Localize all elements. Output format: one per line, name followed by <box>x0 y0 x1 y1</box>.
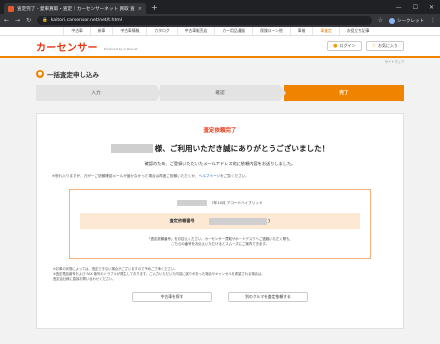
new-tab-button[interactable]: + <box>151 3 158 13</box>
browser-tabbar: 査定完了 - 愛車買取・査定｜カーセンサーネット 買取 査定 × + — ☐ ✕ <box>0 0 440 14</box>
favorite-star-icon: ☆ <box>371 43 376 49</box>
request-note-line: こちらの番号をお伝えいただけるとスムーズにご案内できます。 <box>171 242 269 246</box>
favorites-button[interactable]: ☆ お気に入り <box>365 41 404 51</box>
request-number-label: 査定依頼番号 <box>169 218 195 223</box>
thanks-message: 様、ご利用いただき誠にありがとうございました！ <box>49 143 391 154</box>
carsensor-logo[interactable]: カーセンサー <box>36 39 98 54</box>
spam-note-tail: をご覧ください。 <box>220 174 249 178</box>
nav-item[interactable]: カタログ <box>146 27 176 35</box>
nav-item[interactable]: 新車 <box>89 27 113 35</box>
nav-item[interactable]: 中古車情報 <box>112 27 146 35</box>
window-close-icon[interactable]: ✕ <box>429 4 434 11</box>
reload-icon[interactable]: ↻ <box>26 17 31 24</box>
nav-item[interactable]: お役立ち記事 <box>338 27 377 35</box>
request-number-note: 「査定依頼番号」をお控えください。カーセンサー買取サポートデスクへご連絡いただく… <box>80 237 360 247</box>
site-header: カーセンサー Produced by ◎ Recruit ● ログイン ☆ お気… <box>0 36 440 64</box>
tab-title: 査定完了 - 愛車買取・査定｜カーセンサーネット 買取 査定 <box>17 6 135 12</box>
thanks-text: 様、ご利用いただき誠にありがとうございました！ <box>154 144 330 153</box>
profile-label: シークレット <box>397 18 424 24</box>
menu-dots-icon[interactable]: ⋮ <box>430 17 436 24</box>
nav-item[interactable]: カー用品通販 <box>214 27 252 35</box>
step-arrow <box>280 85 286 101</box>
notes-list: ※お車の状態によっては、査定できない場合がございますので予めご了承ください。 ※… <box>49 267 391 283</box>
car-badge-icon: ● <box>36 70 44 78</box>
url-text: kaitori.carsensor.net/net/t.html <box>50 18 122 23</box>
step-label: 確認 <box>215 91 225 96</box>
help-page-link[interactable]: ヘルプページ <box>199 174 221 178</box>
address-bar[interactable]: 🔒 kaitori.carsensor.net/net/t.html <box>37 16 372 25</box>
spam-note: ※恐れ入りますが、万が一ご依頼確認メールが届かなかった場合は再度ご依頼いただくか… <box>49 174 391 179</box>
nav-item[interactable]: 保険ローン他 <box>252 27 290 35</box>
redacted-car-year <box>177 200 208 206</box>
forward-icon[interactable]: → <box>15 17 20 24</box>
nav-item-active[interactable]: 車査定 <box>312 27 338 35</box>
redacted-name <box>110 144 153 153</box>
browser-tab[interactable]: 査定完了 - 愛車買取・査定｜カーセンサーネット 買取 査定 × <box>4 3 146 14</box>
favorites-label: お気に入り <box>378 43 398 48</box>
sitemap-link[interactable]: サイトマップ <box>385 59 404 64</box>
progress-steps: 入力 確認 完了 <box>36 85 404 101</box>
lock-icon: 🔒 <box>42 18 48 23</box>
site-favicon-icon <box>8 5 14 12</box>
back-icon[interactable]: ← <box>4 17 9 24</box>
logo-subtext: Produced by ◎ Recruit <box>103 46 138 51</box>
step-complete: 完了 <box>284 85 404 101</box>
incognito-profile[interactable]: シークレット <box>389 17 424 24</box>
completion-panel: 査定依頼完了 様、ご利用いただき誠にありがとうございました！ 確認のため、ご登録… <box>36 113 404 329</box>
request-info-box: 7年10月 アコードハイブリッド 査定依頼番号 7 「査定依頼番号」をお控えくだ… <box>69 189 371 259</box>
minimize-icon[interactable]: — <box>396 4 402 11</box>
browser-toolbar: ← → ↻ 🔒 kaitori.carsensor.net/net/t.html… <box>0 14 440 27</box>
nav-item[interactable]: 中古車販売店 <box>176 27 215 35</box>
nav-item[interactable]: 中古車 <box>63 27 89 35</box>
step-label: 入力 <box>91 91 101 96</box>
redacted-request-number <box>208 217 267 225</box>
step-input: 入力 <box>36 85 162 101</box>
tab-close-icon[interactable]: × <box>138 6 142 12</box>
car-info-text: 7年10月 アコードハイブリッド <box>211 200 263 205</box>
request-number-suffix: 7 <box>267 218 271 224</box>
car-info: 7年10月 アコードハイブリッド <box>80 200 360 206</box>
window-controls: — ☐ ✕ <box>396 0 440 14</box>
search-used-cars-button[interactable]: 中古車を探す <box>132 291 212 302</box>
star-icon[interactable]: ☆ <box>378 17 383 24</box>
step-confirm: 確認 <box>160 85 286 101</box>
page-title: ● 一括査定申し込み <box>0 58 440 85</box>
login-button[interactable]: ● ログイン <box>327 41 362 51</box>
action-buttons: 中古車を探す 別のクルマを査定依頼する <box>49 291 391 302</box>
completion-heading: 査定依頼完了 <box>203 128 237 134</box>
spam-note-text: ※恐れ入りますが、万が一ご依頼確認メールが届かなかった場合は再度ご依頼いただくか… <box>52 174 199 178</box>
request-another-appraisal-button[interactable]: 別のクルマを査定依頼する <box>228 291 308 302</box>
maximize-icon[interactable]: ☐ <box>413 4 418 11</box>
step-arrow <box>156 85 162 101</box>
request-number-value: 7 <box>208 217 271 225</box>
login-label: ログイン <box>339 43 356 48</box>
login-icon: ● <box>333 43 338 49</box>
request-number-row: 査定依頼番号 7 <box>80 213 360 229</box>
confirm-message: 確認のため、ご登録いただいたメールアドレス宛に依頼内容をお送りしました。 <box>144 161 296 166</box>
note-line: 査定会社様に直接お問い合わせください。 <box>53 277 116 282</box>
page-title-text: 一括査定申し込み <box>47 71 99 79</box>
incognito-avatar-icon <box>389 17 395 24</box>
step-label: 完了 <box>339 91 349 96</box>
nav-item[interactable]: 車検 <box>289 27 313 35</box>
site-global-nav: 中古車 新車 中古車情報 カタログ 中古車販売店 カー用品通販 保険ローン他 車… <box>0 27 440 36</box>
